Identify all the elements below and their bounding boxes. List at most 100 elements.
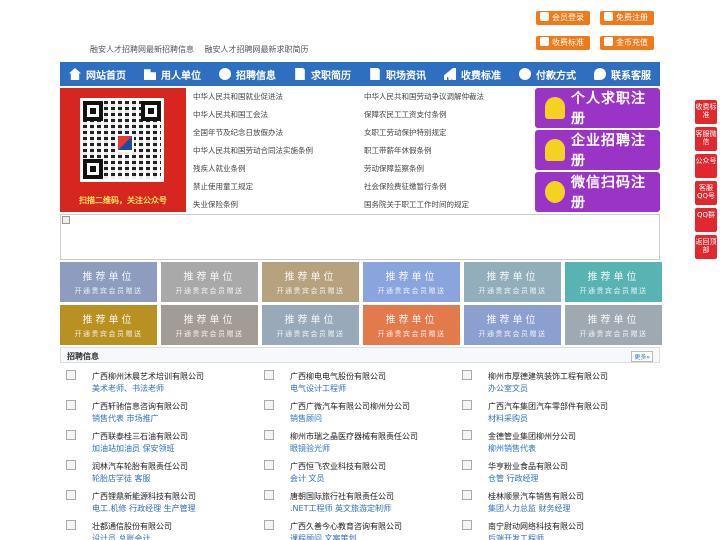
nav-employers[interactable]: 用人单位 <box>135 62 210 86</box>
company-name[interactable]: 广西恒飞农业科技有限公司 <box>290 461 386 472</box>
nav-jobs[interactable]: 招聘信息 <box>210 62 285 86</box>
law-link[interactable]: 全国年节及纪念日放假办法 <box>193 127 283 138</box>
company-name[interactable]: 广西广微汽车有限公司柳州分公司 <box>290 401 410 412</box>
job-positions[interactable]: 美术老师、书法老师 <box>92 383 164 394</box>
recommend-tile[interactable]: 推荐单位 开通贵宾会员赠送 <box>262 305 359 345</box>
nav-contact[interactable]: 联系客服 <box>585 62 660 86</box>
member-login-button[interactable]: 会员登录 <box>536 11 590 25</box>
company-name[interactable]: 广西轩驰信息咨询有限公司 <box>92 401 188 412</box>
nav-pricing[interactable]: 收费标准 <box>435 62 510 86</box>
recommend-tile[interactable]: 推荐单位 开通贵宾会员赠送 <box>262 262 359 302</box>
job-positions[interactable]: 后端开发工程师 <box>488 533 544 540</box>
job-positions[interactable]: 销售顾问 <box>290 413 322 424</box>
law-link[interactable]: 失业保险条例 <box>193 199 238 210</box>
job-item[interactable]: 华亨粉业食品有限公司 仓管 行政经理 <box>462 460 652 488</box>
job-item[interactable]: 广西广微汽车有限公司柳州分公司 销售顾问 <box>264 400 454 428</box>
free-register-button[interactable]: 免费注册 <box>600 11 654 25</box>
law-link[interactable]: 国务院关于职工工作时间的规定 <box>364 199 469 210</box>
company-name[interactable]: 润林汽车轮胎有限责任公司 <box>92 461 188 472</box>
pricing-button[interactable]: 收费标准 <box>536 36 590 50</box>
recommend-tile[interactable]: 推荐单位 开通贵宾会员赠送 <box>565 305 662 345</box>
jobseeker-register-button[interactable]: 个人求职注册 <box>535 88 660 128</box>
job-positions[interactable]: 销售代表 市场推广 <box>92 413 159 424</box>
company-name[interactable]: 广西久善今心教育咨询有限公司 <box>290 521 402 532</box>
company-name[interactable]: 柳州市瑞之晶医疗器械有限责任公司 <box>290 431 418 442</box>
company-name[interactable]: 壮都通信股份有限公司 <box>92 521 172 532</box>
side-back-to-top[interactable]: 返回顶部 <box>695 235 717 259</box>
law-link[interactable]: 残疾人就业条例 <box>193 163 246 174</box>
law-link[interactable]: 中华人民共和国就业促进法 <box>193 91 283 102</box>
company-name[interactable]: 柳州市厚德建筑装饰工程有限公司 <box>488 371 608 382</box>
company-name[interactable]: 广西柳电电气股份有限公司 <box>290 371 386 382</box>
recommend-tile[interactable]: 推荐单位 开通贵宾会员赠送 <box>363 305 460 345</box>
side-qq-group[interactable]: QQ群 <box>695 208 717 232</box>
job-positions[interactable]: 设计员 总账会计 <box>92 533 151 540</box>
nav-resumes[interactable]: 求职简历 <box>285 62 360 86</box>
job-positions[interactable]: 课程顾问 文案策划 <box>290 533 357 540</box>
job-item[interactable]: 广西联泰桂三石油有限公司 加油站加油员 保安领班 <box>66 430 256 458</box>
law-link[interactable]: 女职工劳动保护特别规定 <box>364 127 447 138</box>
company-name[interactable]: 广西柳州沐晨艺术培训有限公司 <box>92 371 204 382</box>
nav-home[interactable]: 网站首页 <box>60 62 135 86</box>
law-link[interactable]: 社会保险费征缴暂行条例 <box>364 181 447 192</box>
job-item[interactable]: 南宁尉动网络科技有限公司 后端开发工程师 <box>462 520 652 540</box>
ad-banner[interactable] <box>60 214 660 260</box>
law-link[interactable]: 中华人民共和国工会法 <box>193 109 268 120</box>
latest-resumes-link[interactable]: 融安人才招聘网最新求职简历 <box>205 45 309 54</box>
job-positions[interactable]: 材料采购员 <box>488 413 528 424</box>
company-name[interactable]: 广西联泰桂三石油有限公司 <box>92 431 188 442</box>
nav-news[interactable]: 职场资讯 <box>360 62 435 86</box>
recommend-tile[interactable]: 推荐单位 开通贵宾会员赠送 <box>363 262 460 302</box>
job-item[interactable]: 广西汽车集团汽车零部件有限公司 材料采购员 <box>462 400 652 428</box>
law-link[interactable]: 中华人民共和国劳动合同法实施条例 <box>193 145 313 156</box>
recommend-tile[interactable]: 推荐单位 开通贵宾会员赠送 <box>464 262 561 302</box>
recommend-tile[interactable]: 推荐单位 开通贵宾会员赠送 <box>565 262 662 302</box>
job-positions[interactable]: 加油站加油员 保安领班 <box>92 443 175 454</box>
company-name[interactable]: 广西锂鼎新能源科技有限公司 <box>92 491 196 502</box>
job-item[interactable]: 广西轩驰信息咨询有限公司 销售代表 市场推广 <box>66 400 256 428</box>
job-item[interactable]: 广西柳电电气股份有限公司 电气设计工程师 <box>264 370 454 398</box>
job-positions[interactable]: 仓管 行政经理 <box>488 473 539 484</box>
recommend-tile[interactable]: 推荐单位 开通贵宾会员赠送 <box>60 262 157 302</box>
company-name[interactable]: 南宁尉动网络科技有限公司 <box>488 521 584 532</box>
job-positions[interactable]: .NET工程师 英文旅游定制师 <box>290 503 391 514</box>
company-name[interactable]: 唐朝国际旅行社有限责任公司 <box>290 491 394 502</box>
job-item[interactable]: 广西恒飞农业科技有限公司 会计 文员 <box>264 460 454 488</box>
job-item[interactable]: 广西柳州沐晨艺术培训有限公司 美术老师、书法老师 <box>66 370 256 398</box>
job-positions[interactable]: 眼镜验光师 <box>290 443 330 454</box>
job-positions[interactable]: 电气设计工程师 <box>290 383 346 394</box>
job-item[interactable]: 广西久善今心教育咨询有限公司 课程顾问 文案策划 <box>264 520 454 540</box>
more-jobs-link[interactable]: 更多» <box>631 351 653 362</box>
job-positions[interactable]: 集团人力总监 财务经理 <box>488 503 571 514</box>
job-positions[interactable]: 会计 文员 <box>290 473 325 484</box>
company-name[interactable]: 广西汽车集团汽车零部件有限公司 <box>488 401 608 412</box>
recommend-tile[interactable]: 推荐单位 开通贵宾会员赠送 <box>161 262 258 302</box>
company-name[interactable]: 金德管业集团柳州分公司 <box>488 431 576 442</box>
law-link[interactable]: 劳动保障监察条例 <box>364 163 424 174</box>
recommend-tile[interactable]: 推荐单位 开通贵宾会员赠送 <box>161 305 258 345</box>
latest-jobs-link[interactable]: 融安人才招聘网最新招聘信息 <box>90 45 194 54</box>
nav-payment[interactable]: 付款方式 <box>510 62 585 86</box>
wechat-register-button[interactable]: 微信扫码注册 <box>535 172 660 212</box>
job-item[interactable]: 金德管业集团柳州分公司 柳州销售代表 <box>462 430 652 458</box>
job-item[interactable]: 唐朝国际旅行社有限责任公司 .NET工程师 英文旅游定制师 <box>264 490 454 518</box>
job-positions[interactable]: 柳州销售代表 <box>488 443 536 454</box>
job-positions[interactable]: 轮胎店学徒 客服 <box>92 473 151 484</box>
job-positions[interactable]: 电工.机修 行政经理 生产管理 <box>92 503 196 514</box>
recommend-tile[interactable]: 推荐单位 开通贵宾会员赠送 <box>60 305 157 345</box>
side-service-wechat[interactable]: 客服微信 <box>695 127 717 151</box>
job-item[interactable]: 广西锂鼎新能源科技有限公司 电工.机修 行政经理 生产管理 <box>66 490 256 518</box>
job-positions[interactable]: 办公室文员 <box>488 383 528 394</box>
job-item[interactable]: 柳州市瑞之晶医疗器械有限责任公司 眼镜验光师 <box>264 430 454 458</box>
job-item[interactable]: 壮都通信股份有限公司 设计员 总账会计 <box>66 520 256 540</box>
job-item[interactable]: 桂林顺景汽车销售有限公司 集团人力总监 财务经理 <box>462 490 652 518</box>
side-service-qq[interactable]: 客服QQ号 <box>695 181 717 205</box>
job-item[interactable]: 润林汽车轮胎有限责任公司 轮胎店学徒 客服 <box>66 460 256 488</box>
company-name[interactable]: 华亨粉业食品有限公司 <box>488 461 568 472</box>
company-name[interactable]: 桂林顺景汽车销售有限公司 <box>488 491 584 502</box>
employer-register-button[interactable]: 企业招聘注册 <box>535 130 660 170</box>
law-link[interactable]: 职工带薪年休假条例 <box>364 145 432 156</box>
law-link[interactable]: 保障农民工工资支付条例 <box>364 109 447 120</box>
side-pricing[interactable]: 收费标准 <box>695 100 717 124</box>
recommend-tile[interactable]: 推荐单位 开通贵宾会员赠送 <box>464 305 561 345</box>
